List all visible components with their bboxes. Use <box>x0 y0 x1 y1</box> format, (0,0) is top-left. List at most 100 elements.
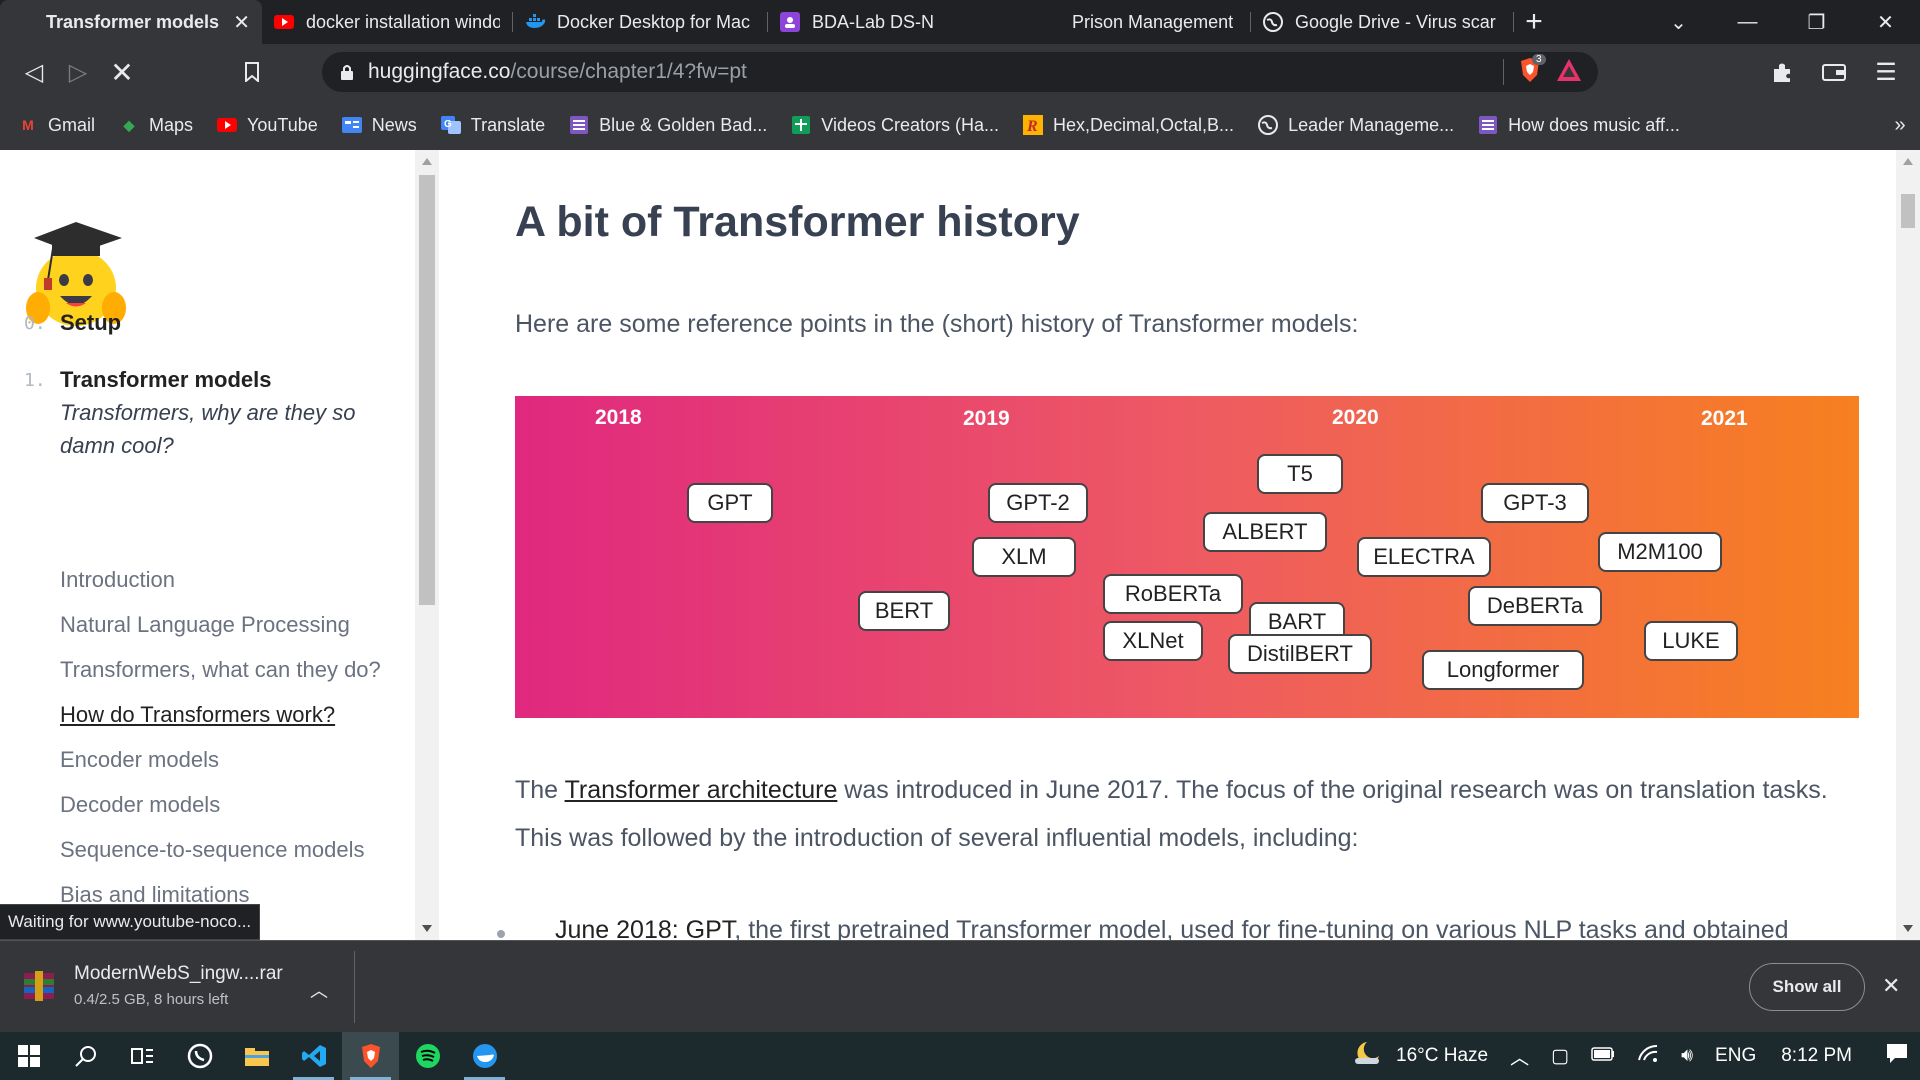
brave-shields-icon[interactable]: 3 <box>1518 53 1546 88</box>
model-luke: LUKE <box>1644 621 1738 661</box>
model-gpt-2: GPT-2 <box>988 483 1088 523</box>
bookmark-label: Gmail <box>48 114 96 135</box>
list-icon <box>569 115 589 135</box>
tab-docker-desktop[interactable]: Docker Desktop for Mac <box>513 0 767 44</box>
classroom-icon <box>780 12 800 32</box>
file-explorer-icon[interactable] <box>228 1032 285 1080</box>
language-indicator[interactable]: ENG <box>1715 1045 1756 1067</box>
scroll-up-arrow-icon[interactable] <box>1903 158 1913 165</box>
sidebar-item-seq2seq-models[interactable]: Sequence-to-sequence models <box>60 833 390 866</box>
bookmark-blue-golden[interactable]: Blue & Golden Bad... <box>569 115 767 136</box>
back-icon[interactable]: ◁ <box>12 50 56 94</box>
search-icon[interactable] <box>57 1032 114 1080</box>
close-shelf-icon[interactable]: ✕ <box>1882 973 1900 999</box>
wifi-icon[interactable] <box>1637 1044 1659 1068</box>
tab-transformer-models[interactable]: Transformer models ✕ <box>0 0 262 44</box>
sidebar-item-what-can-they-do[interactable]: Transformers, what can they do? <box>60 653 390 686</box>
show-hidden-icons-chevron-icon[interactable]: ︿ <box>1510 1043 1529 1070</box>
battery-icon[interactable] <box>1591 1045 1615 1067</box>
sidebar-chapter-setup[interactable]: Setup <box>60 310 121 336</box>
sidebar-chapter-transformer-models[interactable]: Transformer models <box>60 367 272 393</box>
bullet-text: , the first pretrained Transformer model… <box>734 916 1789 940</box>
close-window-icon[interactable]: ✕ <box>1851 10 1920 35</box>
tab-bda-lab[interactable]: BDA-Lab DS-N <box>768 0 1022 44</box>
start-button[interactable] <box>0 1032 57 1080</box>
forward-icon[interactable]: ▷ <box>56 50 100 94</box>
sidebar-scroll-thumb[interactable] <box>419 175 435 605</box>
close-tab-icon[interactable]: ✕ <box>223 10 250 35</box>
scroll-down-arrow-icon[interactable] <box>1903 925 1913 932</box>
main-content: A bit of Transformer history Here are so… <box>440 150 1896 940</box>
sidebar-scrollbar[interactable] <box>415 150 439 940</box>
wallet-icon[interactable] <box>1812 50 1856 94</box>
weather-moon-icon[interactable] <box>1351 1040 1381 1072</box>
page-scrollbar[interactable] <box>1896 150 1920 940</box>
tab-prison-management[interactable]: Prison Management Syst <box>1022 0 1250 44</box>
tab-search-icon[interactable]: ⌄ <box>1644 10 1713 35</box>
restore-icon[interactable]: ❐ <box>1782 10 1851 35</box>
stop-loading-icon[interactable]: ✕ <box>100 50 144 94</box>
bookmark-label: Hex,Decimal,Octal,B... <box>1053 114 1235 135</box>
model-xlm: XLM <box>972 537 1076 577</box>
globe-icon <box>1263 12 1283 32</box>
shields-count-badge: 3 <box>1532 53 1546 65</box>
sidebar-item-encoder-models[interactable]: Encoder models <box>60 743 390 776</box>
bookmark-leader-management[interactable]: Leader Manageme... <box>1258 115 1454 136</box>
download-item[interactable]: ModernWebS_ingw....rar 0.4/2.5 GB, 8 hou… <box>22 963 283 1008</box>
spotify-icon[interactable] <box>399 1032 456 1080</box>
gpt-link[interactable]: June 2018: GPT <box>555 916 734 940</box>
page-scroll-thumb[interactable] <box>1901 194 1915 228</box>
tab-strip: Transformer models ✕ docker installation… <box>0 0 1920 44</box>
page-title: A bit of Transformer history <box>515 198 1080 246</box>
more-bookmarks-icon[interactable]: » <box>1880 114 1920 137</box>
maps-icon: ◆ <box>123 116 135 133</box>
clock[interactable]: 8:12 PM <box>1781 1045 1852 1067</box>
show-all-downloads-button[interactable]: Show all <box>1749 963 1865 1011</box>
chevron-up-icon[interactable]: ︿ <box>310 977 328 1003</box>
lock-icon <box>341 65 353 80</box>
bookmark-how-does-music[interactable]: How does music aff... <box>1478 115 1680 136</box>
bookmark-news[interactable]: News <box>341 115 417 136</box>
chapter-number: 1. <box>24 370 46 391</box>
youtube-icon <box>274 12 294 32</box>
bookmark-gmail[interactable]: M Gmail <box>18 115 95 136</box>
model-electra: ELECTRA <box>1357 537 1491 577</box>
sidebar-item-introduction[interactable]: Introduction <box>60 563 390 596</box>
globe-icon <box>1258 115 1279 135</box>
sidebar-item-decoder-models[interactable]: Decoder models <box>60 788 390 821</box>
new-tab-button[interactable]: + <box>1514 0 1554 44</box>
bookmark-translate[interactable]: G Translate <box>440 115 545 136</box>
bookmark-label: Maps <box>149 114 194 135</box>
menu-icon[interactable]: ☰ <box>1864 50 1908 94</box>
transformer-architecture-link[interactable]: Transformer architecture <box>565 776 838 804</box>
weather-text[interactable]: 16°C Haze <box>1396 1045 1488 1067</box>
timeline-year: 2019 <box>963 407 1010 430</box>
bookmark-hex-decimal[interactable]: R Hex,Decimal,Octal,B... <box>1023 115 1234 136</box>
address-bar[interactable]: huggingface.co/course/chapter1/4?fw=pt 3 <box>322 52 1598 92</box>
chapter-number: 0. <box>24 313 46 334</box>
volume-icon[interactable]: 🔊︎ <box>1681 1045 1693 1067</box>
sheets-icon <box>791 115 811 135</box>
tab-title: Docker Desktop for Mac <box>557 11 751 32</box>
sidebar-item-nlp[interactable]: Natural Language Processing <box>60 608 390 641</box>
bookmark-youtube[interactable]: YouTube <box>217 115 318 136</box>
vscode-icon[interactable] <box>285 1032 342 1080</box>
brave-rewards-icon[interactable] <box>1556 58 1582 87</box>
extensions-icon[interactable] <box>1760 50 1804 94</box>
tab-docker-installation[interactable]: docker installation windo <box>262 0 512 44</box>
scroll-up-arrow-icon[interactable] <box>422 158 432 165</box>
bookmark-maps[interactable]: ◆ Maps <box>119 115 193 136</box>
bookmark-videos-creators[interactable]: Videos Creators (Ha... <box>791 115 999 136</box>
brave-browser-icon[interactable] <box>342 1032 399 1080</box>
tab-google-drive[interactable]: Google Drive - Virus scar <box>1251 0 1513 44</box>
bookmark-icon[interactable] <box>230 50 274 94</box>
sidebar-item-how-do-transformers-work[interactable]: How do Transformers work? <box>60 698 390 731</box>
minimize-icon[interactable]: — <box>1713 11 1782 34</box>
docker-desktop-icon[interactable] <box>456 1032 513 1080</box>
device-icon[interactable]: ▢ <box>1551 1045 1569 1068</box>
whatsapp-icon[interactable] <box>171 1032 228 1080</box>
notifications-icon[interactable] <box>1885 1042 1909 1070</box>
scroll-down-arrow-icon[interactable] <box>422 925 432 932</box>
task-view-icon[interactable] <box>114 1032 171 1080</box>
sidebar-item-why-cool[interactable]: Transformers, why are they so damn cool? <box>60 396 390 462</box>
